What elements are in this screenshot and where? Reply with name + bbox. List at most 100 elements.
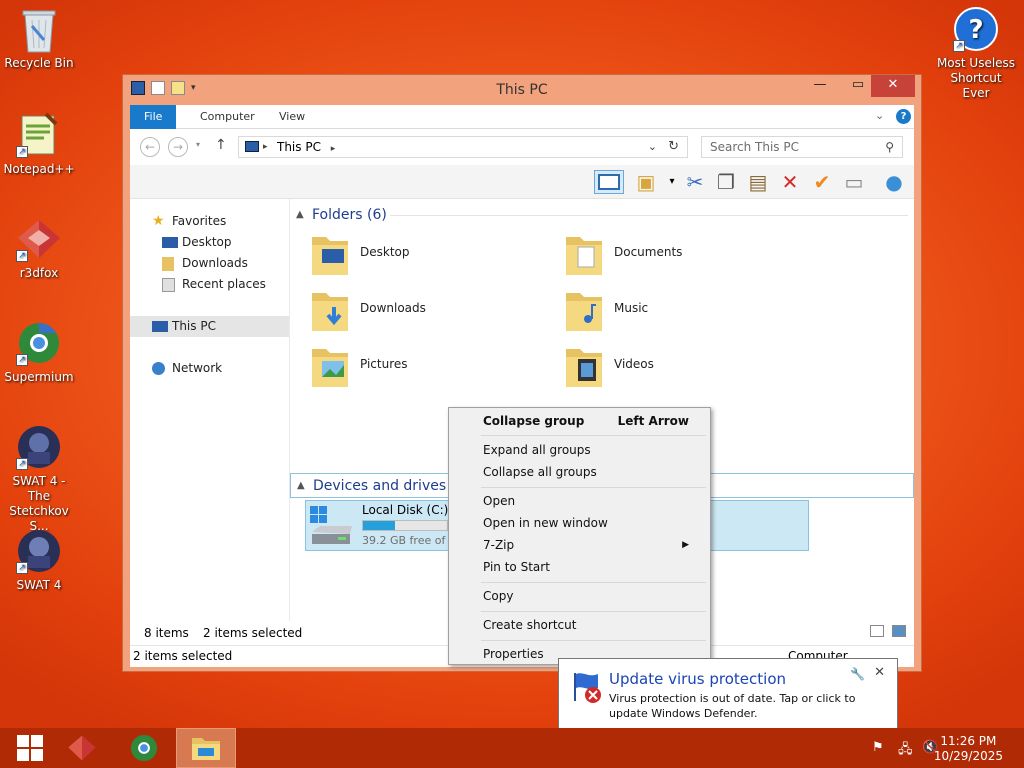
properties-box-icon[interactable]: ▭ <box>842 170 866 194</box>
forward-button[interactable]: → <box>168 137 188 157</box>
menu-item-pin-to-start[interactable]: Pin to Start <box>483 556 703 578</box>
menu-item-open[interactable]: Open <box>483 490 703 512</box>
supermium-icon: ↗ <box>16 320 62 366</box>
settings-wrench-icon[interactable]: 🔧 <box>850 667 865 681</box>
menu-item-copy[interactable]: Copy <box>483 585 703 607</box>
tab-view[interactable]: View <box>265 105 319 129</box>
start-button[interactable] <box>0 728 60 768</box>
preview-pane-icon[interactable] <box>594 170 624 194</box>
taskbar-r3dfox[interactable] <box>52 728 112 768</box>
cut-icon[interactable]: ✂ <box>683 170 707 194</box>
minimize-button[interactable]: — <box>807 75 833 97</box>
swat4-stetchkov-icon: ↗ <box>16 424 62 470</box>
folder-item-documents[interactable]: Documents <box>558 229 798 281</box>
nav-item-network[interactable]: Network <box>130 358 289 379</box>
maximize-button[interactable]: ▭ <box>845 75 871 97</box>
menu-item-shortcut: Left Arrow <box>617 414 689 428</box>
menu-item-collapse-group[interactable]: Collapse group Left Arrow <box>483 410 703 432</box>
nav-item-downloads[interactable]: Downloads <box>130 253 289 274</box>
delete-icon[interactable]: ✕ <box>778 170 802 194</box>
tab-file[interactable]: File <box>130 105 177 129</box>
title-bar[interactable]: ▾ This PC — ▭ ✕ <box>123 75 921 105</box>
desktop-icon-label: Notepad++ <box>3 162 75 176</box>
defender-flag-icon <box>574 673 601 703</box>
copy-icon[interactable]: ❐ <box>714 170 738 194</box>
taskbar-supermium[interactable] <box>114 728 174 768</box>
more-dropdown-icon[interactable]: ▾ <box>660 170 684 194</box>
toast-close-icon[interactable]: ✕ <box>874 665 885 680</box>
folder-item-pictures[interactable]: Pictures <box>304 341 544 393</box>
nav-item-this-pc[interactable]: This PC <box>130 316 289 337</box>
desktop-icon-swat4[interactable]: ↗ SWAT 4 <box>0 528 78 593</box>
folder-name: Desktop <box>360 245 410 259</box>
search-input[interactable]: Search This PC ⚲ <box>701 136 903 158</box>
network-icon <box>152 362 165 375</box>
folder-name: Documents <box>614 245 683 259</box>
folder-item-music[interactable]: Music <box>558 285 798 337</box>
desktop-icon-swat4-stetchkov[interactable]: ↗ SWAT 4 - The Stetchkov S... <box>0 424 78 534</box>
group-title: Devices and drives (2) <box>313 478 471 494</box>
breadcrumb-this-pc[interactable]: This PC <box>277 140 321 154</box>
nav-label: This PC <box>172 319 216 333</box>
menu-separator <box>481 611 706 612</box>
folder-name: Music <box>614 301 649 315</box>
search-icon: ⚲ <box>885 140 894 154</box>
folder-icon <box>312 293 348 331</box>
menu-separator <box>481 435 706 436</box>
nav-item-recent-places[interactable]: Recent places <box>130 274 289 295</box>
selected-count: 2 items selected <box>203 626 303 640</box>
status-selected: 2 items selected <box>133 649 233 663</box>
desktop-icon-most-useless-shortcut[interactable]: ? ↗ Most Useless Shortcut Ever <box>936 6 1016 101</box>
menu-separator <box>481 582 706 583</box>
menu-item-open-new-window[interactable]: Open in new window <box>483 512 703 534</box>
back-button[interactable]: ← <box>140 137 160 157</box>
network-icon[interactable]: 🖧 <box>898 740 913 762</box>
help-icon[interactable]: ? <box>896 109 911 124</box>
folder-icon <box>566 349 602 387</box>
folder-item-downloads[interactable]: Downloads <box>304 285 544 337</box>
details-view-icon[interactable] <box>870 625 884 637</box>
collapse-arrow-icon[interactable]: ▲ <box>297 474 305 498</box>
desktop-icon-supermium[interactable]: ↗ Supermium <box>0 320 78 385</box>
address-bar[interactable]: ▸ This PC ▸ ⌄ ↻ <box>238 136 688 158</box>
group-header-folders[interactable]: ▲ Folders (6) <box>290 203 914 227</box>
collapse-arrow-icon[interactable]: ▲ <box>296 203 304 227</box>
desktop-icon-r3dfox[interactable]: ↗ r3dfox <box>0 216 78 281</box>
menu-item-expand-all-groups[interactable]: Expand all groups <box>483 439 703 461</box>
group-title: Folders (6) <box>312 207 387 223</box>
nav-item-favorites[interactable]: ★ Favorites <box>130 211 289 232</box>
large-icons-view-icon[interactable] <box>892 625 906 637</box>
tab-computer[interactable]: Computer <box>186 105 269 129</box>
menu-separator <box>481 640 706 641</box>
menu-item-collapse-all-groups[interactable]: Collapse all groups <box>483 461 703 483</box>
recent-locations-icon[interactable]: ▾ <box>196 140 200 149</box>
folder-item-videos[interactable]: Videos <box>558 341 798 393</box>
address-dropdown-icon[interactable]: ⌄ <box>648 137 657 157</box>
menu-item-create-shortcut[interactable]: Create shortcut <box>483 614 703 636</box>
close-button[interactable]: ✕ <box>871 75 915 97</box>
recent-places-icon <box>162 278 175 292</box>
system-clock[interactable]: 11:26 PM 10/29/2025 <box>934 734 1003 764</box>
help-question-icon: ? ↗ <box>953 6 999 52</box>
r3dfox-icon: ↗ <box>16 216 62 262</box>
globe-icon[interactable]: ● <box>882 170 906 194</box>
toast-title: Update virus protection <box>609 670 787 688</box>
desktop-icon-notepad-plus-plus[interactable]: ↗ Notepad++ <box>0 112 78 177</box>
toast-notification[interactable]: Update virus protection Virus protection… <box>558 658 898 730</box>
folder-options-icon[interactable]: ▣ <box>634 170 658 194</box>
folder-icon <box>566 237 602 275</box>
menu-item-7zip[interactable]: 7-Zip ▶ <box>483 534 703 556</box>
up-button[interactable]: ↑ <box>215 137 227 153</box>
ribbon-expand-icon[interactable]: ⌄ <box>875 109 884 122</box>
folder-item-desktop[interactable]: Desktop <box>304 229 544 281</box>
desktop-icon-recycle-bin[interactable]: Recycle Bin <box>0 6 78 71</box>
action-center-flag-icon[interactable]: ⚑ <box>872 740 884 755</box>
taskbar-file-explorer[interactable] <box>176 728 236 768</box>
window-title: This PC <box>496 82 548 98</box>
refresh-icon[interactable]: ↻ <box>668 137 679 157</box>
rename-check-icon[interactable]: ✔ <box>810 170 834 194</box>
nav-item-desktop[interactable]: Desktop <box>130 232 289 253</box>
supermium-icon <box>130 734 158 762</box>
chevron-right-icon[interactable]: ▸ <box>331 144 336 154</box>
paste-icon[interactable]: ▤ <box>746 170 770 194</box>
